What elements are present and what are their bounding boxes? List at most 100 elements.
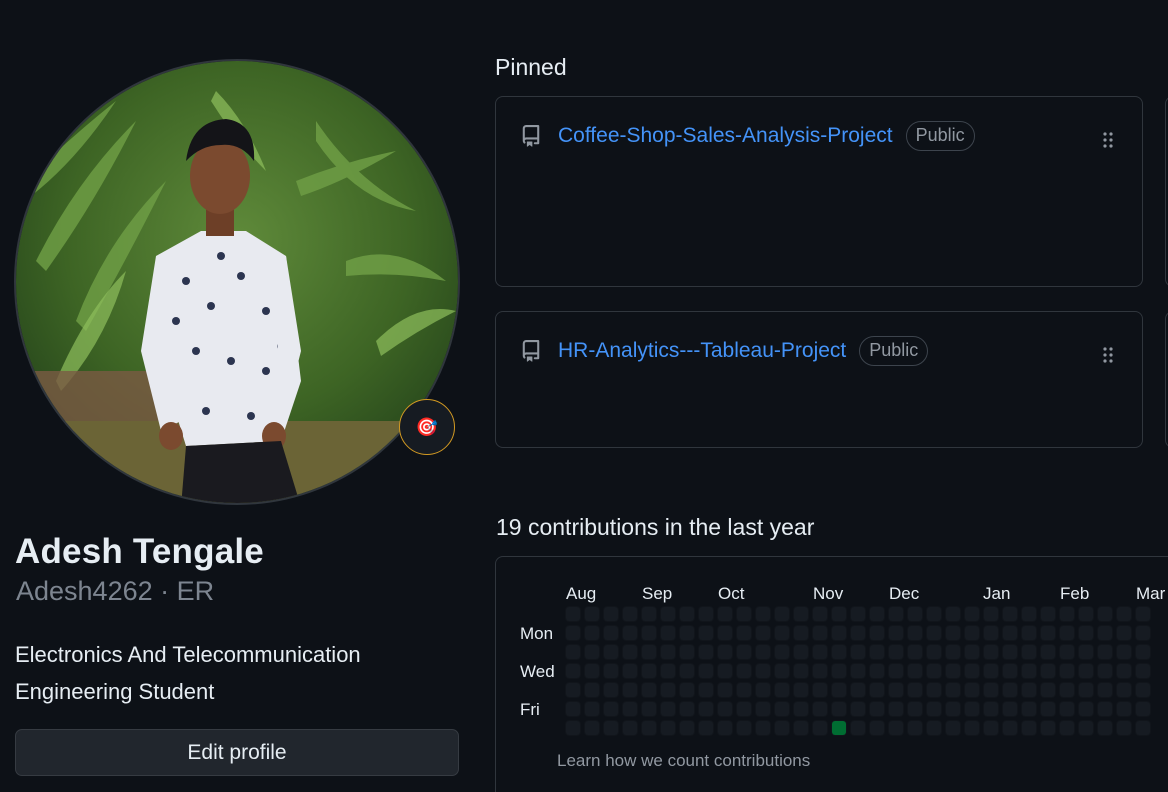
contribution-day-cell[interactable] (585, 664, 599, 678)
contribution-day-cell[interactable] (870, 683, 884, 697)
contribution-day-cell[interactable] (984, 626, 998, 640)
contribution-day-cell[interactable] (585, 702, 599, 716)
contribution-day-cell[interactable] (1136, 664, 1150, 678)
contribution-day-cell[interactable] (1079, 645, 1093, 659)
contribution-day-cell[interactable] (737, 721, 751, 735)
contribution-day-cell[interactable] (737, 645, 751, 659)
grabber-icon[interactable] (1102, 346, 1114, 364)
contribution-day-cell[interactable] (718, 607, 732, 621)
contribution-day-cell[interactable] (908, 683, 922, 697)
contribution-day-cell[interactable] (889, 626, 903, 640)
contribution-day-cell[interactable] (984, 721, 998, 735)
contribution-day-cell[interactable] (718, 721, 732, 735)
contribution-day-cell[interactable] (1022, 645, 1036, 659)
contribution-day-cell[interactable] (737, 702, 751, 716)
contribution-day-cell[interactable] (680, 683, 694, 697)
contribution-day-cell[interactable] (927, 664, 941, 678)
contribution-day-cell[interactable] (1098, 683, 1112, 697)
contribution-day-cell[interactable] (1117, 607, 1131, 621)
contribution-day-cell[interactable] (566, 645, 580, 659)
contribution-day-cell[interactable] (927, 607, 941, 621)
contribution-day-cell[interactable] (889, 645, 903, 659)
contribution-day-cell[interactable] (566, 721, 580, 735)
contribution-day-cell[interactable] (1022, 702, 1036, 716)
contribution-day-cell[interactable] (699, 683, 713, 697)
contribution-day-cell[interactable] (870, 702, 884, 716)
contribution-day-cell[interactable] (851, 664, 865, 678)
contribution-day-cell[interactable] (604, 721, 618, 735)
contribution-day-cell[interactable] (889, 702, 903, 716)
contribution-day-cell[interactable] (1060, 645, 1074, 659)
status-emoji-button[interactable]: 🎯 (399, 399, 455, 455)
contribution-day-cell[interactable] (1003, 683, 1017, 697)
contribution-day-cell[interactable] (1079, 607, 1093, 621)
contribution-day-cell[interactable] (680, 626, 694, 640)
contribution-day-cell[interactable] (737, 626, 751, 640)
contribution-day-cell[interactable] (585, 626, 599, 640)
contribution-day-cell[interactable] (661, 607, 675, 621)
contribution-day-cell[interactable] (1003, 702, 1017, 716)
contribution-day-cell[interactable] (718, 645, 732, 659)
contribution-day-cell[interactable] (965, 607, 979, 621)
contribution-day-cell[interactable] (946, 721, 960, 735)
contribution-day-cell[interactable] (661, 683, 675, 697)
contribution-day-cell[interactable] (908, 721, 922, 735)
contribution-day-cell[interactable] (737, 607, 751, 621)
contribution-day-cell[interactable] (1079, 683, 1093, 697)
contribution-day-cell[interactable] (661, 702, 675, 716)
contribution-day-cell[interactable] (889, 664, 903, 678)
contribution-day-cell[interactable] (775, 626, 789, 640)
contribution-day-cell[interactable] (851, 721, 865, 735)
contribution-day-cell[interactable] (623, 683, 637, 697)
contribution-day-cell[interactable] (604, 683, 618, 697)
contribution-day-cell[interactable] (927, 721, 941, 735)
contribution-day-cell[interactable] (813, 664, 827, 678)
contribution-day-cell[interactable] (908, 645, 922, 659)
contribution-day-cell[interactable] (889, 607, 903, 621)
contribution-day-cell[interactable] (1098, 664, 1112, 678)
contribution-day-cell[interactable] (984, 645, 998, 659)
contribution-day-cell[interactable] (585, 645, 599, 659)
contribution-day-cell[interactable] (794, 664, 808, 678)
contribution-day-cell[interactable] (1136, 683, 1150, 697)
contribution-day-cell[interactable] (1003, 645, 1017, 659)
contribution-day-cell[interactable] (680, 721, 694, 735)
contribution-day-cell[interactable] (661, 721, 675, 735)
edit-profile-button[interactable]: Edit profile (15, 729, 459, 776)
contribution-day-cell[interactable] (566, 683, 580, 697)
contribution-day-cell[interactable] (851, 683, 865, 697)
contribution-day-cell[interactable] (756, 664, 770, 678)
contribution-day-cell[interactable] (623, 702, 637, 716)
contribution-day-cell[interactable] (870, 607, 884, 621)
contribution-day-cell[interactable] (832, 664, 846, 678)
contribution-day-cell[interactable] (775, 721, 789, 735)
contribution-day-cell[interactable] (718, 702, 732, 716)
contribution-day-cell[interactable] (984, 683, 998, 697)
contribution-day-cell[interactable] (775, 664, 789, 678)
contribution-day-cell[interactable] (794, 683, 808, 697)
contribution-day-cell[interactable] (775, 645, 789, 659)
learn-contributions-link[interactable]: Learn how we count contributions (557, 751, 810, 771)
contribution-day-cell[interactable] (813, 626, 827, 640)
contribution-day-cell[interactable] (927, 683, 941, 697)
contribution-day-cell[interactable] (870, 664, 884, 678)
contribution-day-cell[interactable] (623, 721, 637, 735)
contribution-day-cell[interactable] (965, 721, 979, 735)
contribution-day-cell[interactable] (794, 721, 808, 735)
contribution-day-cell[interactable] (623, 645, 637, 659)
contribution-day-cell[interactable] (718, 664, 732, 678)
contribution-day-cell[interactable] (1136, 702, 1150, 716)
contribution-day-cell[interactable] (984, 702, 998, 716)
contribution-day-cell[interactable] (1098, 721, 1112, 735)
contribution-day-cell[interactable] (1060, 626, 1074, 640)
contribution-day-cell[interactable] (680, 645, 694, 659)
contribution-day-cell[interactable] (870, 721, 884, 735)
contribution-day-cell[interactable] (642, 626, 656, 640)
contribution-day-cell[interactable] (965, 626, 979, 640)
contribution-day-cell[interactable] (851, 645, 865, 659)
contribution-day-cell[interactable] (1136, 721, 1150, 735)
contribution-day-cell[interactable] (1136, 645, 1150, 659)
contribution-day-cell[interactable] (946, 607, 960, 621)
contribution-day-cell[interactable] (756, 645, 770, 659)
contribution-day-cell[interactable] (832, 721, 846, 735)
